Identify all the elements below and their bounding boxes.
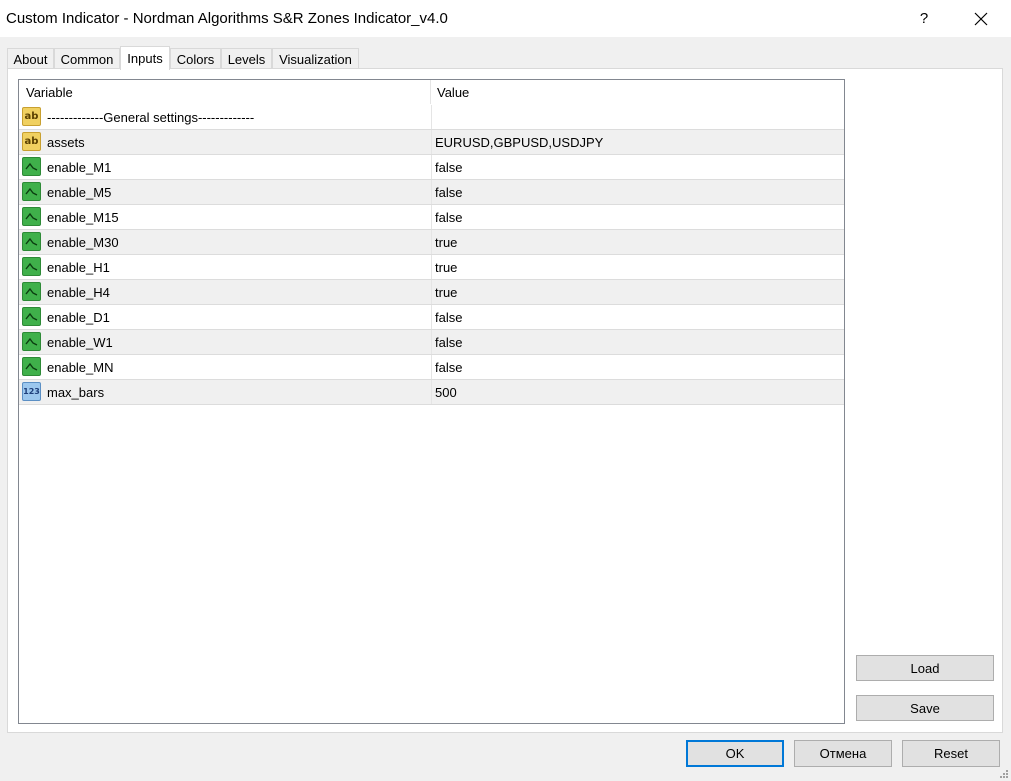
variable-cell: assets bbox=[47, 134, 85, 150]
value-cell[interactable]: 500 bbox=[435, 380, 840, 404]
variable-cell: enable_M5 bbox=[47, 184, 112, 200]
bool-icon bbox=[22, 282, 41, 301]
variable-cell: -------------General settings-----------… bbox=[47, 109, 255, 125]
value-cell[interactable]: EURUSD,GBPUSD,USDJPY bbox=[435, 130, 840, 154]
column-separator bbox=[431, 380, 432, 404]
ab-string-icon: ab bbox=[22, 132, 41, 151]
column-separator bbox=[431, 205, 432, 229]
variable-cell: max_bars bbox=[47, 384, 105, 400]
bool-icon bbox=[22, 307, 41, 326]
table-row[interactable]: 123 max_bars 500 bbox=[19, 380, 844, 405]
tab-inputs[interactable]: Inputs bbox=[120, 46, 170, 70]
tab-visualization[interactable]: Visualization bbox=[272, 48, 359, 70]
value-cell[interactable]: true bbox=[435, 230, 840, 254]
column-separator bbox=[431, 305, 432, 329]
value-cell[interactable]: false bbox=[435, 205, 840, 229]
inputs-grid: Variable Value ab -------------General se… bbox=[18, 79, 845, 724]
value-cell[interactable]: false bbox=[435, 180, 840, 204]
ok-button[interactable]: OK bbox=[686, 740, 784, 767]
column-separator bbox=[431, 105, 432, 129]
tab-about[interactable]: About bbox=[7, 48, 54, 70]
tab-common[interactable]: Common bbox=[54, 48, 120, 70]
load-button[interactable]: Load bbox=[856, 655, 994, 681]
table-row[interactable]: enable_D1 false bbox=[19, 305, 844, 330]
reset-button[interactable]: Reset bbox=[902, 740, 1000, 767]
title-bar: Custom Indicator - Nordman Algorithms S&… bbox=[0, 0, 1011, 37]
cancel-button[interactable]: Отмена bbox=[794, 740, 892, 767]
variable-cell: enable_M30 bbox=[47, 234, 119, 250]
value-column-header[interactable]: Value bbox=[431, 80, 844, 104]
value-cell[interactable]: false bbox=[435, 330, 840, 354]
table-row[interactable]: ab -------------General settings---------… bbox=[19, 105, 844, 130]
variable-cell: enable_H1 bbox=[47, 259, 110, 275]
column-separator bbox=[431, 180, 432, 204]
column-separator bbox=[431, 280, 432, 304]
help-button[interactable]: ? bbox=[906, 0, 942, 37]
ab-string-icon: ab bbox=[22, 107, 41, 126]
value-cell[interactable] bbox=[435, 105, 840, 129]
close-button[interactable] bbox=[961, 0, 1001, 37]
resize-grip-icon[interactable] bbox=[999, 769, 1009, 779]
bool-icon bbox=[22, 357, 41, 376]
table-row[interactable]: enable_M1 false bbox=[19, 155, 844, 180]
table-row[interactable]: enable_H1 true bbox=[19, 255, 844, 280]
value-cell[interactable]: false bbox=[435, 155, 840, 179]
column-separator bbox=[431, 230, 432, 254]
bool-icon bbox=[22, 232, 41, 251]
save-button[interactable]: Save bbox=[856, 695, 994, 721]
variable-cell: enable_D1 bbox=[47, 309, 110, 325]
column-separator bbox=[431, 130, 432, 154]
variable-column-header[interactable]: Variable bbox=[19, 80, 431, 104]
bool-icon bbox=[22, 207, 41, 226]
table-row[interactable]: enable_W1 false bbox=[19, 330, 844, 355]
column-separator bbox=[431, 330, 432, 354]
inputs-panel: Variable Value ab -------------General se… bbox=[7, 68, 1003, 733]
value-cell[interactable]: false bbox=[435, 355, 840, 379]
grid-header: Variable Value bbox=[19, 80, 844, 104]
number-icon: 123 bbox=[22, 382, 41, 401]
table-row[interactable]: ab assets EURUSD,GBPUSD,USDJPY bbox=[19, 130, 844, 155]
window-title: Custom Indicator - Nordman Algorithms S&… bbox=[6, 10, 448, 27]
value-cell[interactable]: false bbox=[435, 305, 840, 329]
bool-icon bbox=[22, 157, 41, 176]
variable-cell: enable_M1 bbox=[47, 159, 112, 175]
column-separator bbox=[431, 255, 432, 279]
table-row[interactable]: enable_M30 true bbox=[19, 230, 844, 255]
column-separator bbox=[431, 355, 432, 379]
tab-colors[interactable]: Colors bbox=[170, 48, 221, 70]
value-cell[interactable]: true bbox=[435, 255, 840, 279]
variable-cell: enable_H4 bbox=[47, 284, 110, 300]
variable-cell: enable_MN bbox=[47, 359, 114, 375]
table-row[interactable]: enable_H4 true bbox=[19, 280, 844, 305]
bool-icon bbox=[22, 332, 41, 351]
table-row[interactable]: enable_M15 false bbox=[19, 205, 844, 230]
variable-cell: enable_M15 bbox=[47, 209, 119, 225]
close-icon bbox=[974, 12, 988, 25]
tab-levels[interactable]: Levels bbox=[221, 48, 272, 70]
value-cell[interactable]: true bbox=[435, 280, 840, 304]
table-row[interactable]: enable_MN false bbox=[19, 355, 844, 380]
bool-icon bbox=[22, 257, 41, 276]
variable-cell: enable_W1 bbox=[47, 334, 113, 350]
table-row[interactable]: enable_M5 false bbox=[19, 180, 844, 205]
bool-icon bbox=[22, 182, 41, 201]
column-separator bbox=[431, 155, 432, 179]
